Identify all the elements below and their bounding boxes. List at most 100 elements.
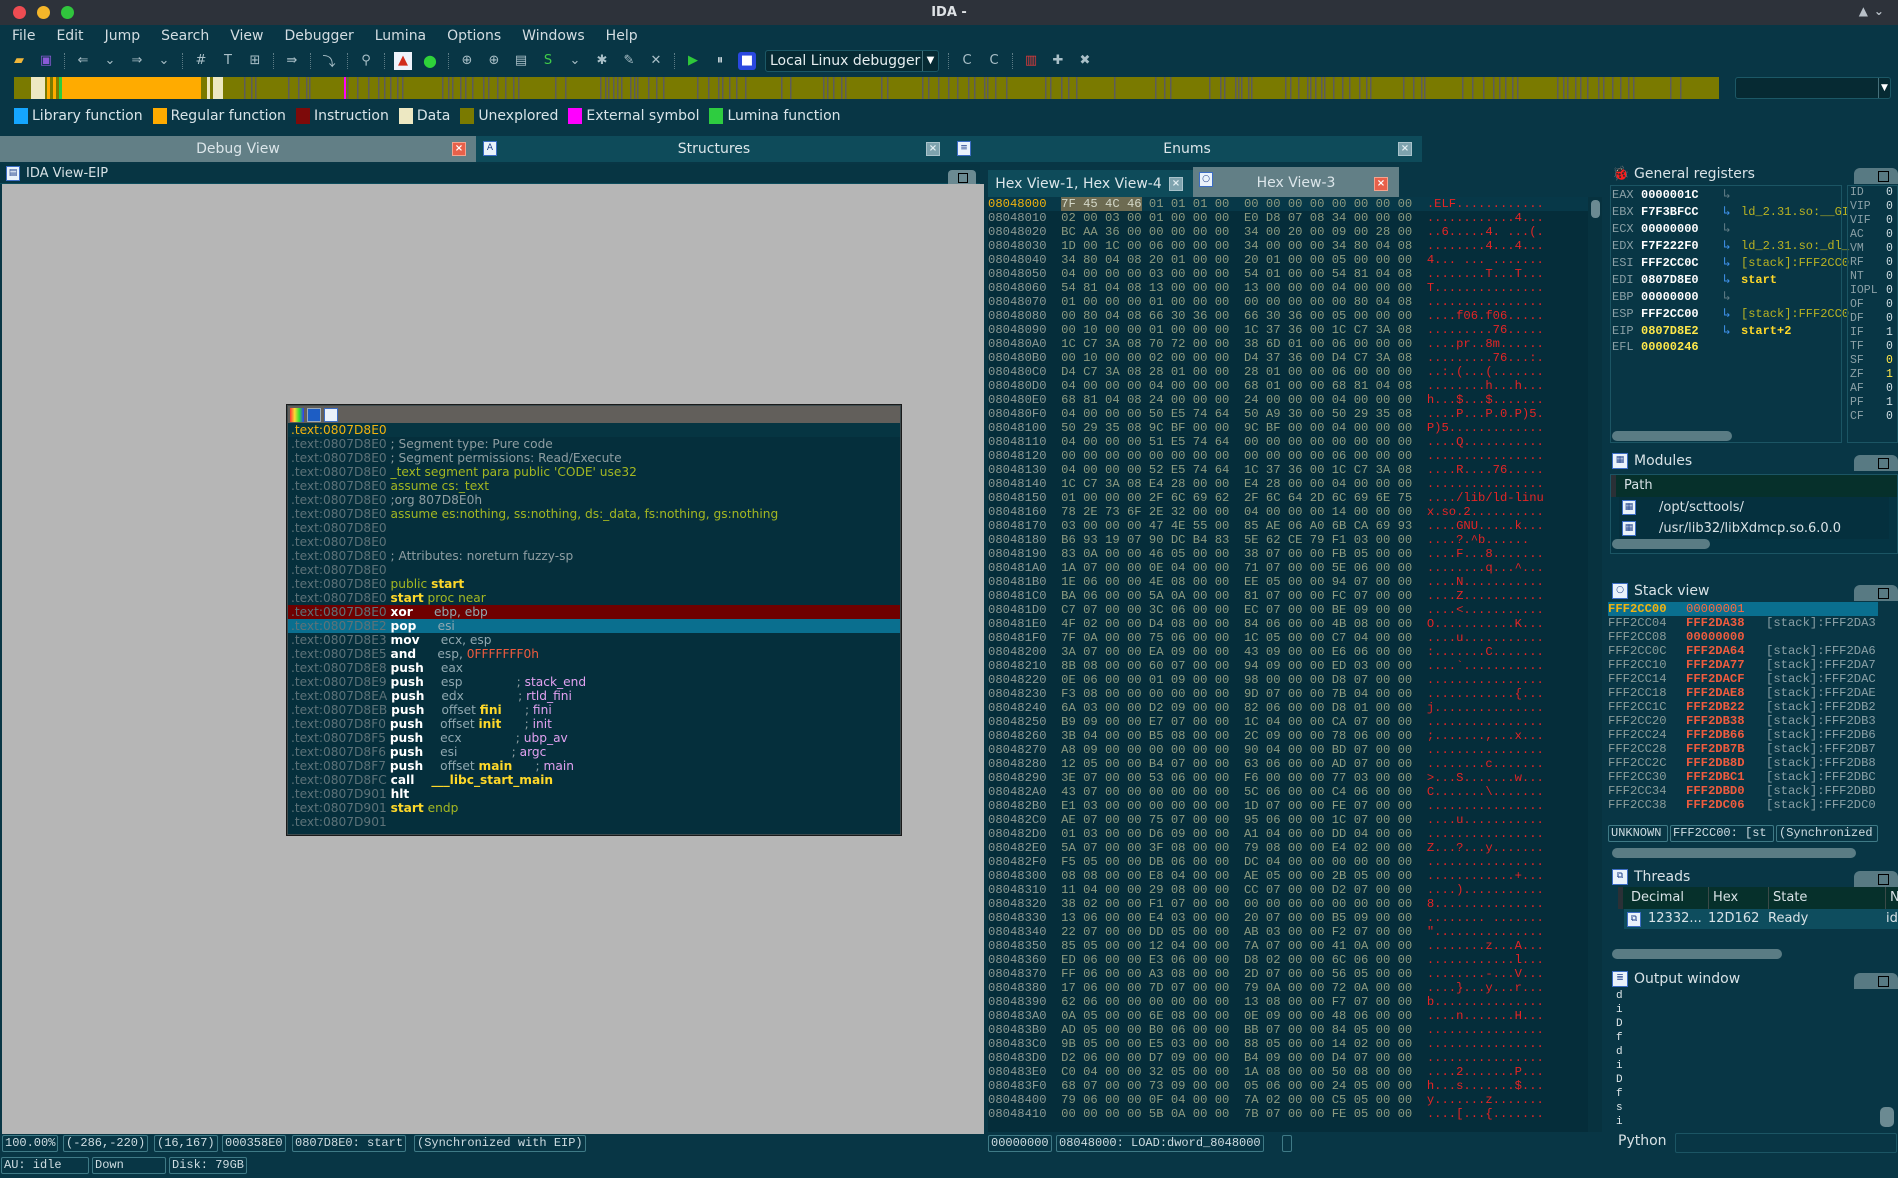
hex-row[interactable]: 08048410 00 00 00 00 5B 0A 00 00 7B 07 0…	[988, 1107, 1588, 1121]
register-row[interactable]: EFL 00000246	[1611, 339, 1841, 356]
flag-value[interactable]: 0	[1886, 242, 1893, 256]
register-reference[interactable]: start	[1741, 273, 1777, 287]
column-header-path[interactable]: Path	[1611, 475, 1897, 497]
delete-breakpoint-icon[interactable]: ✖	[1076, 52, 1094, 70]
hex-row[interactable]: 080483C0 9B 05 00 00 E5 03 00 00 88 05 0…	[988, 1037, 1588, 1051]
disasm-line[interactable]: .text:0807D8E0	[288, 521, 900, 535]
disasm-line[interactable]: .text:0807D8EA push edx ; rtld_fini	[288, 689, 900, 703]
flag-value[interactable]: 0	[1886, 284, 1893, 298]
disasm-line[interactable]: .text:0807D8E2 pop esi	[288, 619, 900, 633]
flag-row[interactable]: CF 0	[1848, 410, 1897, 424]
flag-row[interactable]: DF 0	[1848, 312, 1897, 326]
hex-row[interactable]: 080483A0 0A 05 00 00 6E 08 00 00 0E 09 0…	[988, 1009, 1588, 1023]
disasm-line[interactable]: .text:0807D8E0 ;org 807D8E0h	[288, 493, 900, 507]
register-row[interactable]: EBX F7F3BFCC ↳ ld_2.31.so:__GI	[1611, 203, 1849, 221]
close-icon[interactable]: ×	[1398, 142, 1412, 156]
node-rename-icon[interactable]	[307, 407, 321, 422]
list-item[interactable]: ▦ /usr/lib32/libXdmcp.so.6.0.0	[1619, 518, 1889, 539]
registers-hscroll[interactable]	[1612, 431, 1732, 441]
hex-row[interactable]: 08048270 A8 09 00 00 00 00 00 00 90 04 0…	[988, 743, 1588, 757]
close-window-button[interactable]	[13, 6, 26, 19]
cli-language-button[interactable]: Python	[1618, 1133, 1667, 1149]
disasm-line[interactable]: .text:0807D8EB push offset fini ; fini	[288, 703, 900, 717]
hex-row[interactable]: 080483D0 D2 06 00 00 D7 09 00 00 B4 09 0…	[988, 1051, 1588, 1065]
disasm-line[interactable]: .text:0807D8E0 assume es:nothing, ss:not…	[288, 507, 900, 521]
register-value[interactable]: F7F3BFCC	[1641, 204, 1723, 221]
flag-value[interactable]: 0	[1886, 200, 1893, 214]
status-sync[interactable]: (Synchronized with EIP)	[414, 1135, 586, 1152]
menu-search[interactable]: Search	[161, 28, 209, 44]
hex-row[interactable]: 08048360 ED 06 00 00 E3 06 00 00 D8 02 0…	[988, 953, 1588, 967]
hex-row[interactable]: 08048090 00 10 00 00 01 00 00 00 1C 37 3…	[988, 323, 1588, 337]
hex-row[interactable]: 08048040 34 80 04 08 20 01 00 00 20 01 0…	[988, 253, 1588, 267]
delete-function-icon[interactable]: ✕	[647, 52, 665, 70]
hex-row[interactable]: 080482A0 43 07 00 00 00 00 00 00 5C 06 0…	[988, 785, 1588, 799]
jump-arrow-icon[interactable]: ↳	[1723, 220, 1741, 237]
hex-row[interactable]: 08048170 03 00 00 00 47 4E 55 00 85 AE 0…	[988, 519, 1588, 533]
flag-row[interactable]: AF 0	[1848, 382, 1897, 396]
disasm-line[interactable]: .text:0807D8E5 and esp, 0FFFFFFF0h	[288, 647, 900, 661]
jump-arrow-icon[interactable]: ↳	[1723, 237, 1741, 254]
tab-structures[interactable]: A Structures ×	[476, 136, 952, 162]
maximize-panel-button[interactable]	[1854, 455, 1898, 471]
flag-value[interactable]: 1	[1886, 326, 1893, 340]
save-icon[interactable]: ▣	[37, 52, 55, 70]
hex-row[interactable]: 080483F0 68 07 00 00 73 09 00 00 05 06 0…	[988, 1079, 1588, 1093]
hex-row[interactable]: 08048140 1C C7 3A 08 E4 28 00 00 E4 28 0…	[988, 477, 1588, 491]
node-group-icon[interactable]	[324, 407, 338, 422]
hex-row[interactable]: 08048400 79 06 00 00 0F 04 00 00 7A 02 0…	[988, 1093, 1588, 1107]
maximize-panel-button[interactable]	[1854, 871, 1898, 887]
flags-list[interactable]: ID 0 VIP 0 VIF 0 AC 0 VM 0 RF 0 NT 0 IOPL 0 OF 0 DF 0 IF 1 TF 0…	[1847, 185, 1898, 443]
register-row[interactable]: EBP 00000000 ↳	[1611, 288, 1841, 305]
register-reference[interactable]: [stack]:FFF2CC0	[1741, 256, 1849, 270]
cli-input[interactable]	[1675, 1133, 1897, 1153]
register-value[interactable]: 00000000	[1641, 289, 1723, 306]
hex-row[interactable]: 080482D0 01 03 00 00 D6 09 00 00 A1 04 0…	[988, 827, 1588, 841]
problems-icon[interactable]: ▲	[394, 51, 412, 70]
register-value[interactable]: 00000000	[1641, 221, 1723, 238]
flag-value[interactable]: 0	[1886, 214, 1893, 228]
disasm-line[interactable]: .text:0807D8E3 mov ecx, esp	[288, 633, 900, 647]
graph-node-start[interactable]: .text:0807D8E0 .text:0807D8E0 ; Segment …	[287, 405, 901, 835]
green-orb-icon[interactable]: ●	[421, 51, 439, 70]
column-header-name[interactable]: Na	[1886, 887, 1898, 909]
flag-row[interactable]: VIF 0	[1848, 214, 1897, 228]
disasm-line[interactable]: .text:0807D8F5 push ecx ; ubp_av	[288, 731, 900, 745]
register-value[interactable]: FFF2CC0C	[1641, 255, 1723, 272]
breakpoint-list-icon[interactable]: ▥	[1022, 52, 1040, 70]
menu-options[interactable]: Options	[447, 28, 501, 44]
table-row[interactable]: ⧉ 12332... 12D162 Ready ida	[1624, 909, 1898, 929]
flag-row[interactable]: TF 0	[1848, 340, 1897, 354]
lock-search-icon[interactable]: ⚲	[357, 52, 375, 70]
maximize-panel-button[interactable]	[948, 170, 976, 184]
flag-value[interactable]: 0	[1886, 186, 1893, 200]
disasm-line[interactable]: .text:0807D901 hlt	[288, 787, 900, 801]
hex-row[interactable]: 08048190 83 0A 00 00 46 05 00 00 38 07 0…	[988, 547, 1588, 561]
hex-row[interactable]: 080482F0 F5 05 00 00 DB 06 00 00 DC 04 0…	[988, 855, 1588, 869]
flag-row[interactable]: SF 0	[1848, 354, 1897, 368]
flag-row[interactable]: AC 0	[1848, 228, 1897, 242]
flag-value[interactable]: 0	[1886, 256, 1893, 270]
disasm-line[interactable]: .text:0807D8E8 push eax	[288, 661, 900, 675]
flag-value[interactable]: 0	[1886, 410, 1893, 424]
flag-value[interactable]: 0	[1886, 298, 1893, 312]
hex-row[interactable]: 08048260 3B 04 00 00 B5 08 00 00 2C 09 0…	[988, 729, 1588, 743]
back-icon[interactable]: ⇐	[74, 52, 92, 70]
modules-hscroll[interactable]	[1612, 539, 1710, 549]
disasm-line[interactable]: .text:0807D8E0	[288, 563, 900, 577]
register-value[interactable]: 0807D8E0	[1641, 272, 1723, 289]
flag-row[interactable]: IF 1	[1848, 326, 1897, 340]
open-folder-icon[interactable]: ▰	[10, 52, 28, 70]
forward-dropdown-icon[interactable]: ⌄	[155, 52, 173, 70]
hex-row[interactable]: 08048100 50 29 35 08 9C BF 00 00 9C BF 0…	[988, 421, 1588, 435]
stack-row[interactable]: FFF2CC2C FFF2DB8D [stack]:FFF2DB8	[1608, 756, 1878, 770]
disasm-line[interactable]: .text:0807D8F7 push offset main ; main	[288, 759, 900, 773]
disasm-line[interactable]: .text:0807D8E0	[288, 423, 900, 437]
close-icon[interactable]: ×	[926, 142, 940, 156]
hex-row[interactable]: 080482E0 5A 07 00 00 3F 08 00 00 79 08 0…	[988, 841, 1588, 855]
hex-row[interactable]: 080481B0 1E 06 00 00 4E 08 00 00 EE 05 0…	[988, 575, 1588, 589]
hex-row[interactable]: 080482C0 AE 07 00 00 75 07 00 00 95 06 0…	[988, 813, 1588, 827]
menu-file[interactable]: File	[12, 28, 35, 44]
maximize-panel-button[interactable]	[1854, 168, 1898, 184]
column-header-hex[interactable]: Hex	[1709, 887, 1769, 909]
